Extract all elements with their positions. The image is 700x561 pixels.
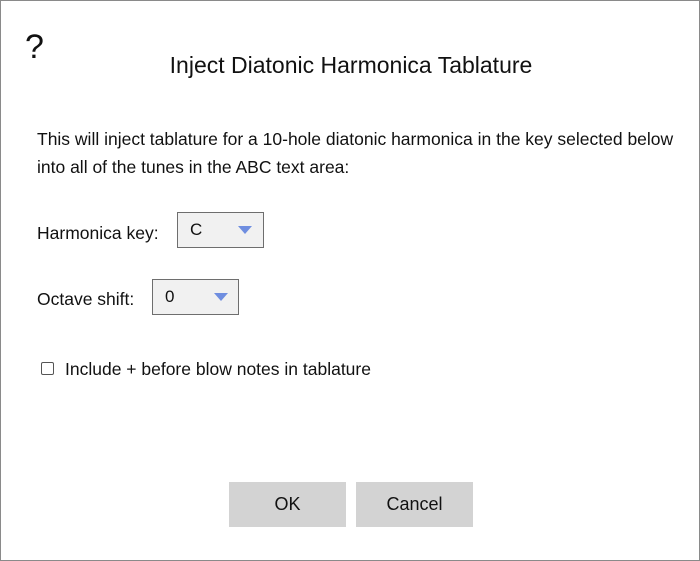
dialog-description: This will inject tablature for a 10-hole… <box>37 129 674 177</box>
harmonica-key-label: Harmonica key: <box>37 223 159 243</box>
harmonica-key-value: C <box>190 220 203 239</box>
octave-shift-select[interactable]: 0 <box>152 279 239 315</box>
chevron-down-icon <box>214 293 228 301</box>
cancel-button[interactable]: Cancel <box>356 482 473 527</box>
octave-shift-label: Octave shift: <box>37 289 135 309</box>
inject-tablature-dialog: ? Inject Diatonic Harmonica Tablature Th… <box>0 0 700 561</box>
harmonica-key-select[interactable]: C <box>177 212 264 248</box>
ok-button[interactable]: OK <box>229 482 346 527</box>
chevron-down-icon <box>238 226 252 234</box>
octave-shift-value: 0 <box>165 287 175 306</box>
dialog-title: Inject Diatonic Harmonica Tablature <box>169 52 533 78</box>
include-plus-label[interactable]: Include + before blow notes in tablature <box>65 358 371 380</box>
include-plus-checkbox[interactable] <box>41 362 54 375</box>
